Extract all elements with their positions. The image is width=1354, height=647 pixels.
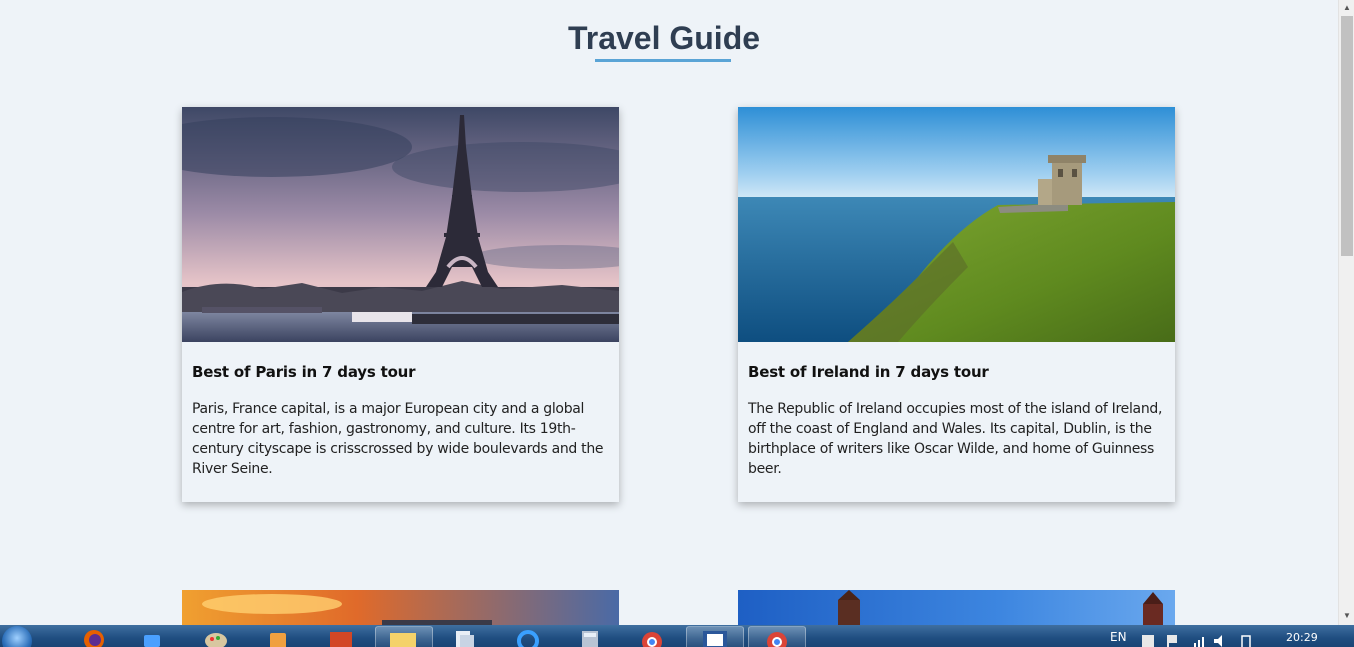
start-button-icon[interactable] <box>2 626 32 647</box>
clock[interactable]: 20:29 <box>1286 631 1318 644</box>
presentation-icon[interactable] <box>326 627 354 647</box>
tour-card-next-left[interactable] <box>182 590 619 625</box>
calculator-icon[interactable] <box>576 627 604 647</box>
volume-icon[interactable] <box>1212 627 1228 647</box>
tour-card-ireland[interactable]: Best of Ireland in 7 days tour The Repub… <box>738 107 1175 502</box>
ireland-image <box>738 107 1175 342</box>
firefox-icon[interactable] <box>80 627 108 647</box>
scroll-up-arrow-icon[interactable]: ▲ <box>1342 2 1352 14</box>
action-center-icon[interactable] <box>1140 627 1156 647</box>
taskbar: EN 20:29 <box>0 625 1354 647</box>
page-title: Travel Guide <box>567 20 761 56</box>
battery-icon[interactable] <box>1238 627 1254 647</box>
language-indicator[interactable]: EN <box>1110 630 1127 644</box>
scroll-down-arrow-icon[interactable]: ▼ <box>1342 610 1352 622</box>
tour-card-paris[interactable]: Best of Paris in 7 days tour Paris, Fran… <box>182 107 619 502</box>
tour-card-next-right[interactable] <box>738 590 1175 625</box>
chrome-taskbar-button[interactable] <box>748 626 806 647</box>
card-title[interactable]: Best of Paris in 7 days tour <box>192 363 416 381</box>
card-title[interactable]: Best of Ireland in 7 days tour <box>748 363 989 381</box>
documents-icon[interactable] <box>450 627 478 647</box>
network-signal-icon[interactable] <box>1192 627 1208 647</box>
scroll-thumb[interactable] <box>1341 16 1353 256</box>
card-description: Paris, France capital, is a major Europe… <box>192 401 604 477</box>
internet-explorer-icon[interactable] <box>514 627 542 647</box>
paint-palette-icon[interactable] <box>202 627 230 647</box>
flag-icon[interactable] <box>1164 627 1180 647</box>
chrome-icon[interactable] <box>638 627 666 647</box>
vertical-scrollbar[interactable]: ▲ ▼ <box>1338 0 1354 625</box>
title-underline <box>595 59 731 62</box>
word-taskbar-button[interactable] <box>686 626 744 647</box>
media-player-icon[interactable] <box>264 627 292 647</box>
card-description: The Republic of Ireland occupies most of… <box>748 401 1163 477</box>
video-camera-icon[interactable] <box>140 627 168 647</box>
paris-image <box>182 107 619 342</box>
explorer-taskbar-button[interactable] <box>375 626 433 647</box>
browser-viewport: Travel Guide Best of Paris in 7 days tou… <box>0 0 1338 625</box>
